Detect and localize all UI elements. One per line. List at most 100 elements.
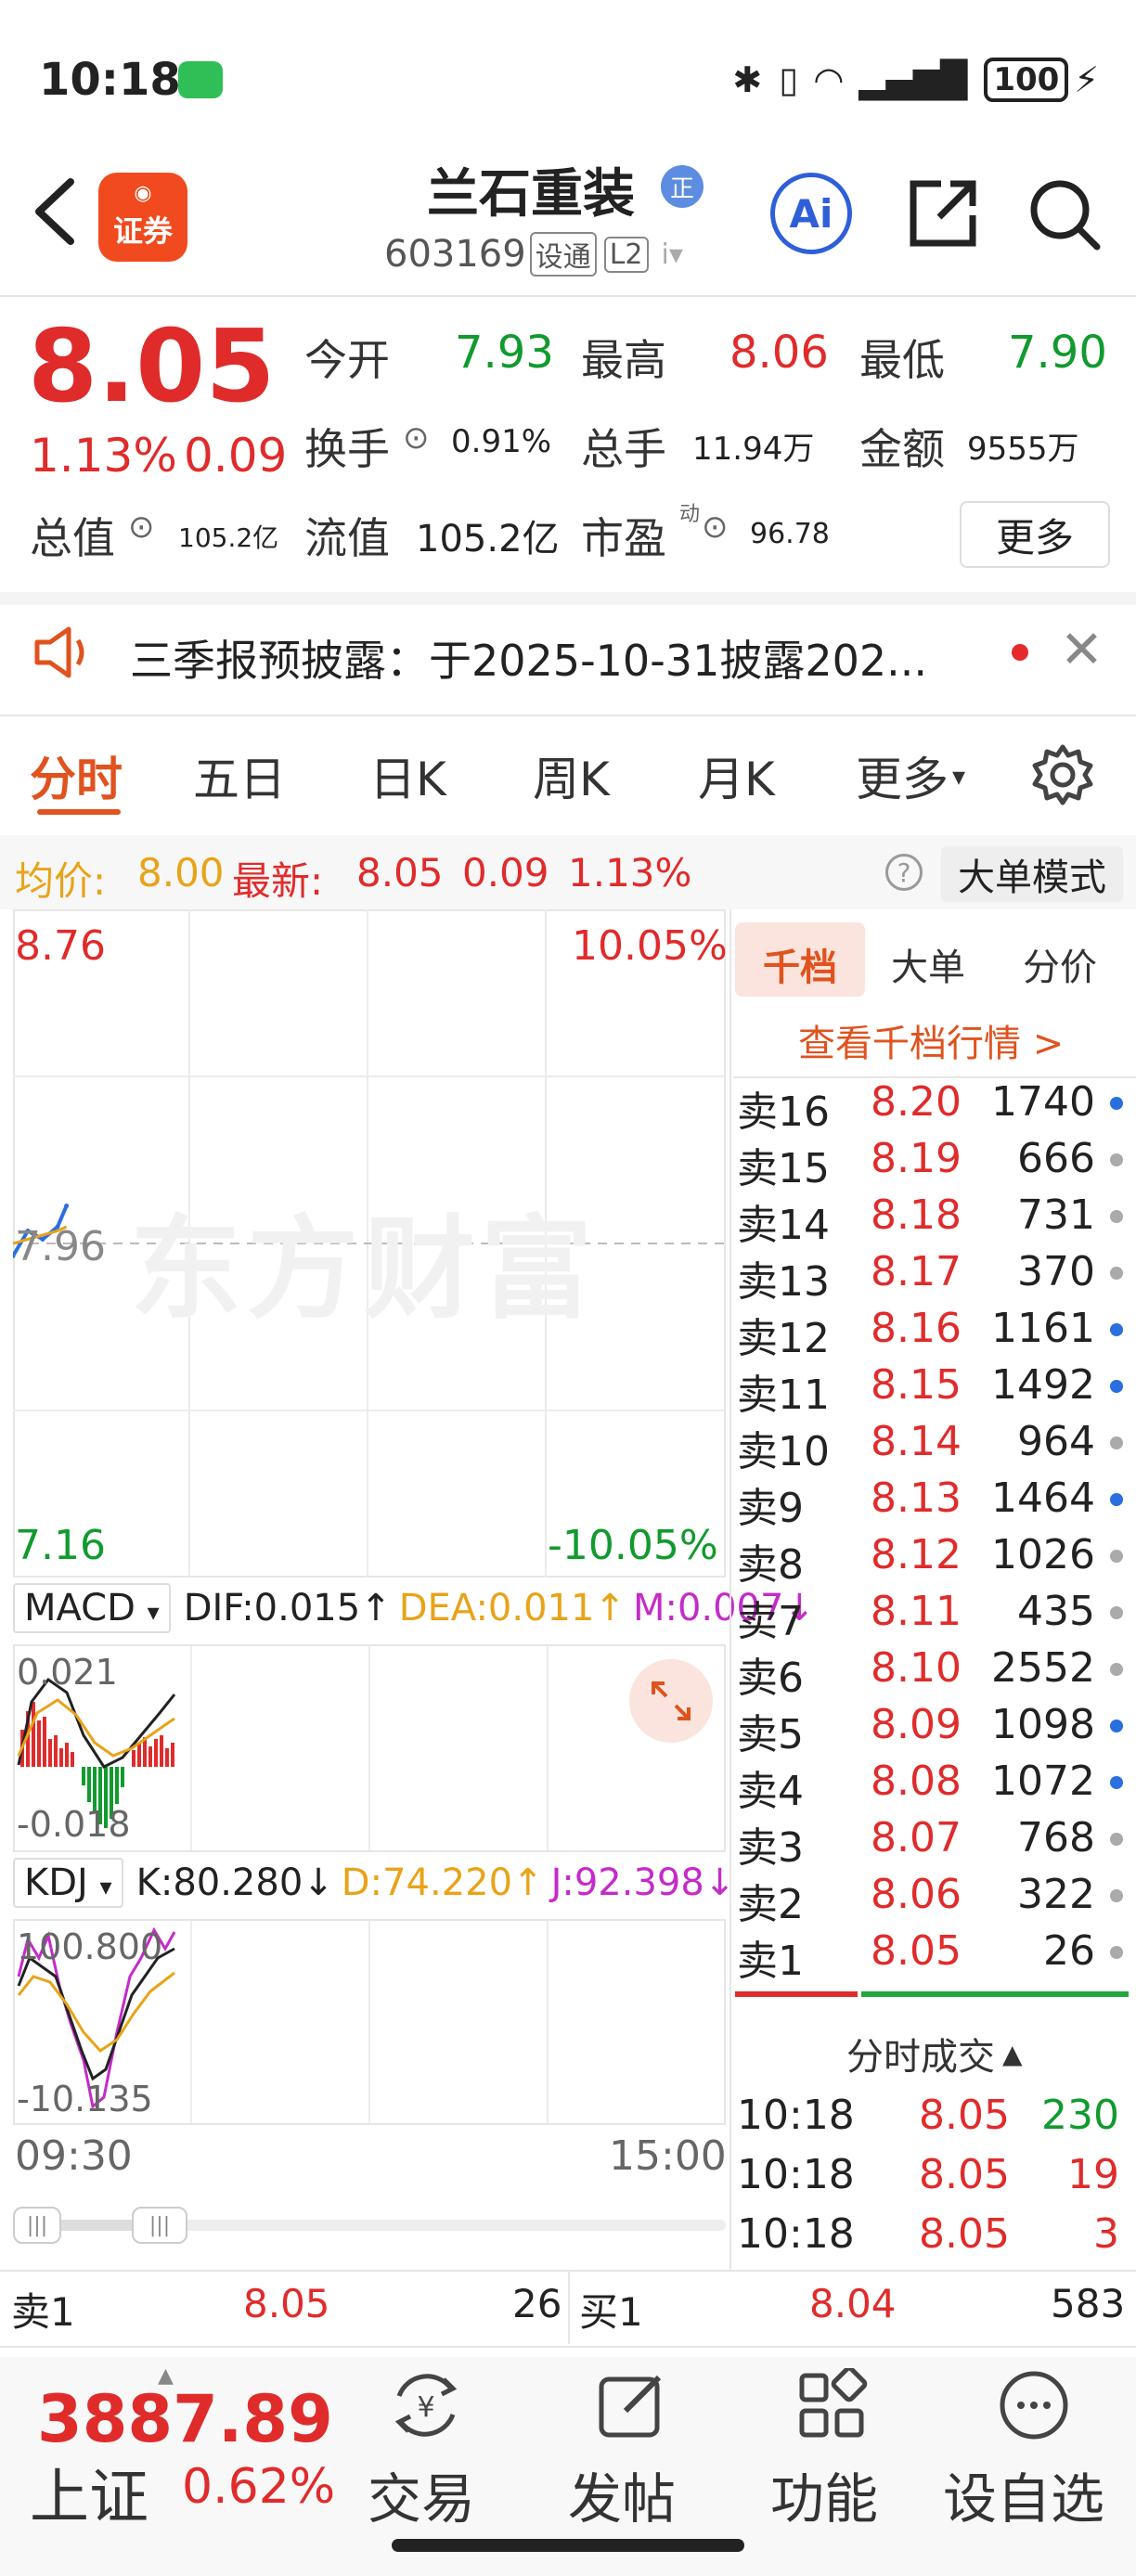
view-thousand-level-link[interactable]: 查看千档行情 > [798, 1013, 1064, 1067]
caret-down-icon: ▾ [99, 1874, 112, 1901]
tab-monthly-k[interactable]: 月K [698, 742, 775, 809]
index-name[interactable]: 上证 [30, 2450, 148, 2535]
latest-value: 8.05 [356, 850, 444, 895]
order-source-dot [1110, 1210, 1123, 1223]
slider-handle-right[interactable]: ||| [132, 2207, 187, 2244]
time-range-slider[interactable]: ||| ||| [13, 2207, 726, 2244]
post-nav-label[interactable]: 发帖 [568, 2455, 676, 2533]
back-button[interactable] [30, 176, 82, 258]
more-quote-button[interactable]: 更多 [960, 501, 1110, 568]
tab-big-order[interactable]: 大单 [891, 937, 965, 991]
trades-header[interactable]: 分时成交 ▲ [846, 2027, 1023, 2080]
open-value: 7.93 [455, 327, 554, 379]
help-icon[interactable]: ? [885, 854, 923, 891]
amount-value: 9555万 [967, 431, 1079, 468]
trade-nav-item[interactable]: ¥ [386, 2368, 466, 2446]
function-nav-item[interactable] [796, 2365, 871, 2446]
bluetooth-icon: ✱ [732, 59, 763, 100]
index-value[interactable]: 3887.89 [37, 2381, 333, 2457]
expand-chart-button[interactable] [629, 1659, 713, 1743]
order-source-dot [1110, 1889, 1123, 1902]
ask-price: 8.10 [871, 1644, 962, 1692]
macd-selector-label: MACD [24, 1587, 136, 1629]
ask-row[interactable]: 卖2 8.06 322 [735, 1871, 1129, 1928]
big-order-mode-button[interactable]: 大单模式 [941, 846, 1123, 902]
ask-price: 8.15 [871, 1361, 962, 1409]
ask-row[interactable]: 卖4 8.08 1072 [735, 1758, 1129, 1815]
ask-level-label: 卖7 [737, 1598, 804, 1645]
ask-level-label: 卖1 [737, 1938, 804, 1985]
watchlist-nav-label[interactable]: 设自选 [943, 2455, 1104, 2533]
close-notice-button[interactable]: ✕ [1060, 620, 1104, 680]
pe-label: 市盈 [581, 513, 666, 563]
settings-button[interactable] [1030, 742, 1095, 811]
stock-status-badge: 正 [661, 165, 704, 208]
change-percent: 1.13% [30, 429, 177, 483]
high-label: 最高 [581, 335, 666, 385]
ask-row[interactable]: 卖9 8.13 1464 [735, 1475, 1129, 1532]
order-source-dot [1110, 1267, 1123, 1280]
float-mcap-label: 流值 [304, 513, 390, 563]
ask-row[interactable]: 卖1 8.05 26 [735, 1927, 1129, 1985]
ask-level-label: 卖16 [737, 1088, 830, 1136]
search-button[interactable] [1025, 174, 1103, 252]
ask-row[interactable]: 卖6 8.10 2552 [735, 1644, 1129, 1702]
ask-level-label: 卖13 [737, 1258, 830, 1306]
low-value: 7.90 [1008, 327, 1107, 379]
ask-row[interactable]: 卖11 8.15 1492 [735, 1361, 1129, 1419]
ask-price: 8.20 [871, 1078, 962, 1126]
order-source-dot [1110, 1719, 1123, 1732]
ask-row[interactable]: 卖15 8.19 666 [735, 1135, 1129, 1192]
signal-icon: ▂▄▆█ [858, 59, 968, 100]
post-nav-item[interactable] [594, 2368, 668, 2446]
ask-row[interactable]: 卖3 8.07 768 [735, 1814, 1129, 1872]
turnover-info-icon[interactable]: ⊙ [403, 419, 430, 457]
macd-bottom-label: -0.018 [17, 1804, 131, 1845]
ai-assistant-button[interactable]: Ai [770, 173, 852, 254]
tab-thousand-level[interactable]: 千档 [763, 937, 837, 991]
tab-intraday[interactable]: 分时 [30, 742, 123, 809]
info-dropdown-icon[interactable]: i▾ [662, 238, 683, 271]
home-indicator[interactable] [392, 2539, 744, 2552]
slider-handle-left[interactable]: ||| [13, 2207, 61, 2244]
ask-level-label: 卖8 [737, 1541, 804, 1589]
ask-row[interactable]: 卖14 8.18 731 [735, 1191, 1129, 1249]
trade-price: 8.05 [919, 2151, 1010, 2198]
tab-more[interactable]: 更多 ▾ [856, 742, 965, 809]
change-amount: 0.09 [184, 429, 288, 483]
ask-row[interactable]: 卖12 8.16 1161 [735, 1305, 1129, 1362]
trade-row: 10:18 8.05 230 [735, 2092, 1129, 2147]
function-nav-label[interactable]: 功能 [770, 2455, 878, 2533]
tab-five-day[interactable]: 五日 [193, 742, 286, 809]
mcap-value: 105.2亿 [178, 522, 279, 553]
ask-row[interactable]: 卖7 8.11 435 [735, 1588, 1129, 1645]
ask-row[interactable]: 卖13 8.17 370 [735, 1248, 1129, 1306]
bid1-label: 买1 [579, 2289, 643, 2335]
ask-row[interactable]: 卖5 8.09 1098 [735, 1701, 1129, 1758]
ask-volume: 1161 [991, 1305, 1095, 1352]
y-bottom-percent: -10.05% [548, 1522, 718, 1569]
ask-row[interactable]: 卖16 8.20 1740 [735, 1078, 1129, 1136]
ask-row[interactable]: 卖8 8.12 1026 [735, 1531, 1129, 1589]
mcap-info-icon[interactable]: ⊙ [128, 509, 155, 546]
battery-saver-icon [178, 61, 223, 98]
more-dots-icon [1000, 2371, 1068, 2440]
pe-value: 96.78 [750, 518, 830, 550]
share-button[interactable] [904, 174, 982, 252]
pe-info-icon[interactable]: ⊙ [702, 509, 729, 546]
ask-row[interactable]: 卖10 8.14 964 [735, 1418, 1129, 1475]
unread-dot [1012, 644, 1028, 661]
macd-selector[interactable]: MACD ▾ [13, 1583, 171, 1633]
tab-daily-k[interactable]: 日K [369, 742, 446, 809]
notice-text[interactable]: 三季报预披露：于2025-10-31披露202... [130, 627, 927, 689]
app-logo[interactable]: ◉ 证券 [98, 173, 187, 262]
speaker-icon [32, 624, 97, 685]
kdj-selector[interactable]: KDJ ▾ [13, 1858, 123, 1908]
tab-weekly-k[interactable]: 周K [533, 742, 610, 809]
ask-level-label: 卖3 [737, 1824, 804, 1872]
bid1-volume: 583 [1051, 2281, 1126, 2326]
trade-nav-label[interactable]: 交易 [368, 2455, 475, 2533]
trades-header-label: 分时成交 [846, 2036, 995, 2079]
watchlist-nav-item[interactable] [997, 2368, 1071, 2446]
tab-price-distribution[interactable]: 分价 [1023, 937, 1097, 991]
